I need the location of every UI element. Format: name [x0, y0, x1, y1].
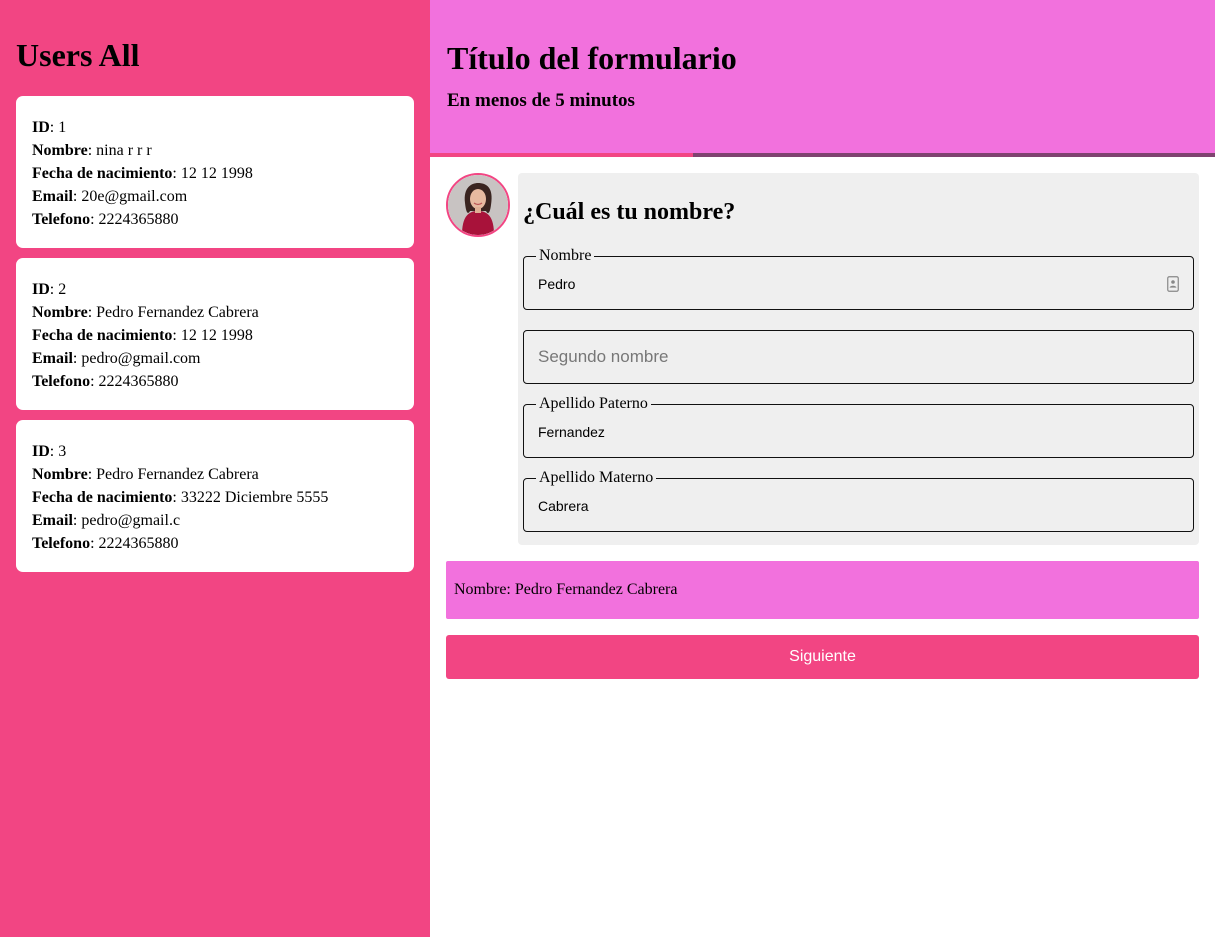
nombre-label: Nombre [32, 304, 88, 321]
form-title: Título del formulario [447, 40, 737, 76]
email-value: pedro@gmail.com [81, 350, 201, 367]
avatar [446, 173, 510, 237]
progress-fill [430, 153, 693, 157]
user-email-row: Email: pedro@gmail.com [32, 350, 201, 367]
fecha-value: 12 12 1998 [180, 327, 253, 344]
id-label: ID [32, 119, 50, 136]
question-card: ¿Cuál es tu nombre? Nombre Apellido Pate… [518, 173, 1199, 545]
nombre-label: Nombre [32, 466, 88, 483]
nombre-value: nina r r r [96, 142, 152, 159]
user-email-row: Email: 20e@gmail.com [32, 188, 188, 205]
user-birth-row: Fecha de nacimiento: 12 12 1998 [32, 327, 253, 344]
user-list: ID: 1 Nombre: nina r r r Fecha de nacimi… [16, 96, 414, 572]
apellido-materno-field[interactable]: Apellido Materno [523, 468, 1194, 532]
user-id-row: ID: 3 [32, 443, 67, 460]
email-label: Email [32, 188, 73, 205]
progress-bar [430, 153, 1215, 157]
next-button[interactable]: Siguiente [446, 635, 1199, 679]
nombre-value: Pedro Fernandez Cabrera [96, 466, 259, 483]
segundo-nombre-field[interactable] [523, 330, 1194, 384]
user-name-row: Nombre: Pedro Fernandez Cabrera [32, 304, 259, 321]
user-card: ID: 3 Nombre: Pedro Fernandez Cabrera Fe… [16, 420, 414, 572]
user-phone-row: Telefono: 2224365880 [32, 373, 179, 390]
telefono-value: 2224365880 [98, 211, 179, 228]
nombre-input[interactable] [538, 275, 1138, 293]
apellido-paterno-label: Apellido Paterno [536, 394, 651, 414]
fecha-label: Fecha de nacimiento [32, 489, 173, 506]
form-subtitle: En menos de 5 minutos [447, 90, 635, 111]
nombre-label: Nombre [32, 142, 88, 159]
email-label: Email [32, 350, 73, 367]
question-title: ¿Cuál es tu nombre? [523, 199, 736, 225]
telefono-value: 2224365880 [98, 535, 179, 552]
telefono-label: Telefono [32, 535, 91, 552]
email-value: pedro@gmail.c [81, 512, 181, 529]
user-phone-row: Telefono: 2224365880 [32, 211, 179, 228]
user-email-row: Email: pedro@gmail.c [32, 512, 181, 529]
telefono-label: Telefono [32, 211, 91, 228]
id-value: 3 [58, 443, 67, 460]
user-card: ID: 1 Nombre: nina r r r Fecha de nacimi… [16, 96, 414, 248]
telefono-value: 2224365880 [98, 373, 179, 390]
form-panel: Título del formulario En menos de 5 minu… [430, 0, 1215, 937]
nombre-value: Pedro Fernandez Cabrera [96, 304, 259, 321]
apellido-paterno-input[interactable] [538, 423, 1138, 441]
user-card: ID: 2 Nombre: Pedro Fernandez Cabrera Fe… [16, 258, 414, 410]
apellido-paterno-field[interactable]: Apellido Paterno [523, 394, 1194, 458]
user-id-row: ID: 1 [32, 119, 67, 136]
id-label: ID [32, 443, 50, 460]
sidebar-title: Users All [16, 37, 140, 73]
id-value: 2 [58, 281, 67, 298]
fecha-label: Fecha de nacimiento [32, 165, 173, 182]
user-name-row: Nombre: Pedro Fernandez Cabrera [32, 466, 259, 483]
segundo-nombre-input[interactable] [538, 347, 1158, 367]
apellido-materno-label: Apellido Materno [536, 468, 657, 488]
name-summary: Nombre: Pedro Fernandez Cabrera [446, 561, 1199, 619]
user-phone-row: Telefono: 2224365880 [32, 535, 179, 552]
users-sidebar: Users All ID: 1 Nombre: nina r r r Fecha… [0, 0, 430, 937]
user-birth-row: Fecha de nacimiento: 12 12 1998 [32, 165, 253, 182]
fecha-value: 12 12 1998 [180, 165, 253, 182]
user-id-row: ID: 2 [32, 281, 67, 298]
fecha-value: 33222 Diciembre 5555 [180, 489, 329, 506]
user-birth-row: Fecha de nacimiento: 33222 Diciembre 555… [32, 489, 329, 506]
id-value: 1 [58, 119, 67, 136]
fecha-label: Fecha de nacimiento [32, 327, 173, 344]
telefono-label: Telefono [32, 373, 91, 390]
contact-card-icon[interactable] [1167, 276, 1179, 292]
id-label: ID [32, 281, 50, 298]
form-header: Título del formulario En menos de 5 minu… [430, 0, 1215, 153]
apellido-materno-input[interactable] [538, 497, 1138, 515]
user-name-row: Nombre: nina r r r [32, 142, 152, 159]
avatar-photo [448, 175, 508, 235]
email-label: Email [32, 512, 73, 529]
email-value: 20e@gmail.com [81, 188, 188, 205]
nombre-field[interactable]: Nombre [523, 246, 1194, 310]
nombre-field-label: Nombre [536, 246, 595, 266]
